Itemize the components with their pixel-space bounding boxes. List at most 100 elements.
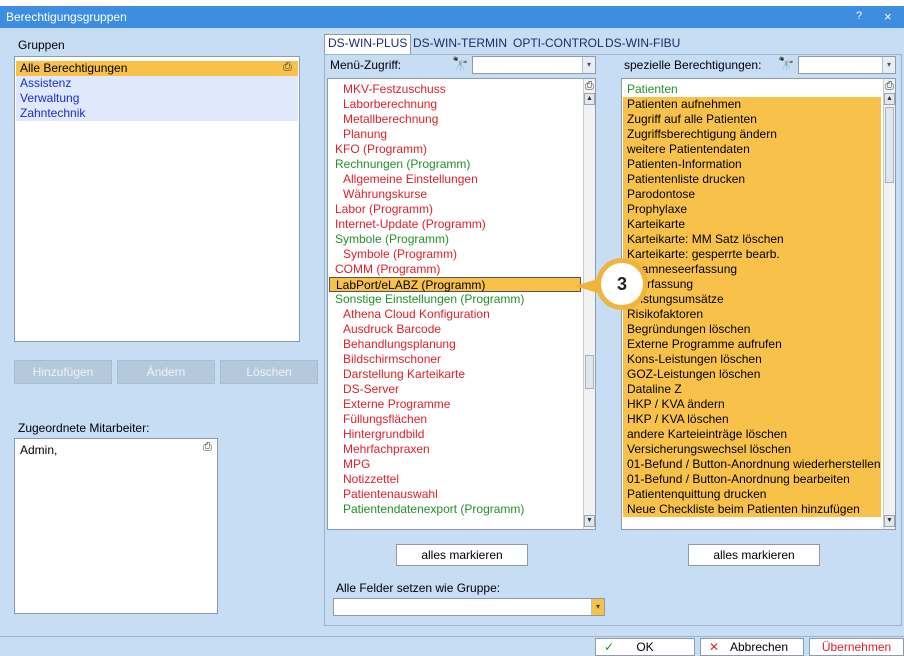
set-all-combo[interactable]: ▾ bbox=[333, 598, 605, 616]
scroll-down-icon[interactable]: ▼ bbox=[584, 515, 595, 527]
help-button[interactable]: ? bbox=[856, 10, 862, 22]
menu-item[interactable]: Allgemeine Einstellungen bbox=[329, 172, 594, 187]
right-item[interactable]: Anamneseerfassung bbox=[623, 262, 881, 277]
delete-button[interactable]: Löschen bbox=[220, 360, 318, 384]
scroll-down-icon[interactable]: ▼ bbox=[884, 515, 895, 527]
tab-ds-win-plus[interactable]: DS-WIN-PLUS bbox=[324, 34, 412, 54]
menu-item[interactable]: Behandlungsplanung bbox=[329, 337, 594, 352]
cancel-button[interactable]: ✕ Abbrechen bbox=[700, 638, 804, 656]
menu-item[interactable]: Internet-Update (Programm) bbox=[329, 217, 594, 232]
printer-icon[interactable]: ⎙ bbox=[283, 61, 292, 74]
menu-item[interactable]: Darstellung Karteikarte bbox=[329, 367, 594, 382]
special-rights-list[interactable]: Patienten Patienten aufnehmen Zugriff au… bbox=[621, 78, 896, 530]
right-item[interactable]: GOZ-Leistungen löschen bbox=[623, 367, 881, 382]
special-search-combo[interactable]: ▾ bbox=[798, 56, 896, 74]
right-item[interactable]: Neue Checkliste beim Patienten hinzufüge… bbox=[623, 502, 881, 517]
menu-item[interactable]: MPG bbox=[329, 457, 594, 472]
menu-item[interactable]: COMM (Programm) bbox=[329, 262, 594, 277]
menu-item[interactable]: Planung bbox=[329, 127, 594, 142]
apply-button[interactable]: Übernehmen bbox=[809, 638, 904, 656]
right-item[interactable]: Karteikarte: gesperrte bearb. bbox=[623, 247, 881, 262]
menu-item[interactable]: Laborberechnung bbox=[329, 97, 594, 112]
right-item[interactable]: Leistungsumsätze bbox=[623, 292, 881, 307]
right-item[interactable]: Begründungen löschen bbox=[623, 322, 881, 337]
right-item[interactable]: Patienten aufnehmen bbox=[623, 97, 881, 112]
right-item[interactable]: Patientenliste drucken bbox=[623, 172, 881, 187]
group-item-verwaltung[interactable]: Verwaltung bbox=[16, 91, 298, 106]
special-scrollbar[interactable]: ⎙ ▲ ▼ bbox=[883, 79, 895, 529]
menu-item[interactable]: Notizzettel bbox=[329, 472, 594, 487]
right-item[interactable]: Patientenquittung drucken bbox=[623, 487, 881, 502]
right-item[interactable]: Leerfassung bbox=[623, 277, 881, 292]
ok-button[interactable]: ✓ OK bbox=[595, 638, 695, 656]
printer-icon[interactable]: ⎙ bbox=[885, 80, 894, 93]
menu-item[interactable]: Symbole (Programm) bbox=[329, 232, 594, 247]
right-item[interactable]: 01-Befund / Button-Anordnung wiederherst… bbox=[623, 457, 881, 472]
employees-list[interactable]: Admin, ⎙ bbox=[14, 438, 218, 614]
menu-mark-all-button[interactable]: alles markieren bbox=[396, 544, 528, 566]
chevron-down-icon[interactable]: ▾ bbox=[882, 57, 895, 73]
groups-list[interactable]: Alle Berechtigungen ⎙ Assistenz Verwaltu… bbox=[14, 56, 300, 342]
special-rights-header[interactable]: Patienten bbox=[623, 82, 881, 97]
menu-item[interactable]: Sonstige Einstellungen (Programm) bbox=[329, 292, 594, 307]
right-item[interactable]: Prophylaxe bbox=[623, 202, 881, 217]
tab-ds-win-fibu[interactable]: DS-WIN-FIBU bbox=[605, 36, 680, 50]
close-button[interactable]: × bbox=[884, 9, 892, 24]
menu-search-combo[interactable]: ▾ bbox=[472, 56, 596, 74]
menu-item[interactable]: Mehrfachpraxen bbox=[329, 442, 594, 457]
right-item[interactable]: weitere Patientendaten bbox=[623, 142, 881, 157]
menu-item[interactable]: Ausdruck Barcode bbox=[329, 322, 594, 337]
binoculars-icon[interactable]: 🔭 bbox=[452, 56, 468, 72]
chevron-down-icon[interactable]: ▾ bbox=[582, 57, 595, 73]
menu-item[interactable]: Füllungsflächen bbox=[329, 412, 594, 427]
right-item[interactable]: Karteikarte: MM Satz löschen bbox=[623, 232, 881, 247]
menu-item[interactable]: Währungskurse bbox=[329, 187, 594, 202]
right-item[interactable]: Zugriff auf alle Patienten bbox=[623, 112, 881, 127]
printer-icon[interactable]: ⎙ bbox=[585, 80, 594, 93]
menu-item[interactable]: MKV-Festzuschuss bbox=[329, 82, 594, 97]
group-item-assistenz[interactable]: Assistenz bbox=[16, 76, 298, 91]
right-item[interactable]: HKP / KVA löschen bbox=[623, 412, 881, 427]
right-item[interactable]: Versicherungswechsel löschen bbox=[623, 442, 881, 457]
add-button[interactable]: Hinzufügen bbox=[14, 360, 112, 384]
group-item-alle[interactable]: Alle Berechtigungen bbox=[16, 61, 298, 76]
menu-item[interactable]: Patientendatenexport (Programm) bbox=[329, 502, 594, 517]
menu-item[interactable]: Rechnungen (Programm) bbox=[329, 157, 594, 172]
scroll-up-icon[interactable]: ▲ bbox=[884, 93, 895, 105]
menu-item[interactable]: Hintergrundbild bbox=[329, 427, 594, 442]
right-item[interactable]: Externe Programme aufrufen bbox=[623, 337, 881, 352]
menu-item[interactable]: Externe Programme bbox=[329, 397, 594, 412]
menu-item[interactable]: Labor (Programm) bbox=[329, 202, 594, 217]
right-item[interactable]: 01-Befund / Button-Anordnung bearbeiten bbox=[623, 472, 881, 487]
printer-icon[interactable]: ⎙ bbox=[203, 441, 212, 454]
right-item[interactable]: Dataline Z bbox=[623, 382, 881, 397]
menu-item[interactable]: KFO (Programm) bbox=[329, 142, 594, 157]
tab-ds-win-termin[interactable]: DS-WIN-TERMIN bbox=[413, 36, 507, 50]
right-item[interactable]: Risikofaktoren bbox=[623, 307, 881, 322]
menu-scrollbar[interactable]: ⎙ ▲ ▼ bbox=[583, 79, 595, 529]
right-item[interactable]: Patienten-Information bbox=[623, 157, 881, 172]
scroll-thumb[interactable] bbox=[585, 355, 594, 389]
menu-access-list[interactable]: MKV-Festzuschuss Laborberechnung Metallb… bbox=[327, 78, 596, 530]
right-item[interactable]: HKP / KVA ändern bbox=[623, 397, 881, 412]
scroll-thumb[interactable] bbox=[885, 107, 894, 183]
right-item[interactable]: andere Karteieinträge löschen bbox=[623, 427, 881, 442]
menu-item-selected[interactable]: LabPort/eLABZ (Programm) bbox=[329, 277, 581, 292]
menu-item[interactable]: Patientenauswahl bbox=[329, 487, 594, 502]
right-item[interactable]: Zugriffsberechtigung ändern bbox=[623, 127, 881, 142]
menu-item[interactable]: Athena Cloud Konfiguration bbox=[329, 307, 594, 322]
menu-item[interactable]: Metallberechnung bbox=[329, 112, 594, 127]
menu-item[interactable]: Bildschirmschoner bbox=[329, 352, 594, 367]
employee-item[interactable]: Admin, bbox=[16, 443, 216, 458]
menu-item[interactable]: DS-Server bbox=[329, 382, 594, 397]
scroll-up-icon[interactable]: ▲ bbox=[584, 93, 595, 105]
right-item[interactable]: Karteikarte bbox=[623, 217, 881, 232]
menu-item[interactable]: Symbole (Programm) bbox=[329, 247, 594, 262]
special-mark-all-button[interactable]: alles markieren bbox=[688, 544, 820, 566]
group-item-zahntechnik[interactable]: Zahntechnik bbox=[16, 106, 298, 121]
tab-opti-control[interactable]: OPTI-CONTROL bbox=[513, 36, 604, 50]
right-item[interactable]: Parodontose bbox=[623, 187, 881, 202]
binoculars-icon[interactable]: 🔭 bbox=[778, 56, 794, 72]
right-item[interactable]: Kons-Leistungen löschen bbox=[623, 352, 881, 367]
chevron-down-icon[interactable]: ▾ bbox=[591, 599, 604, 615]
